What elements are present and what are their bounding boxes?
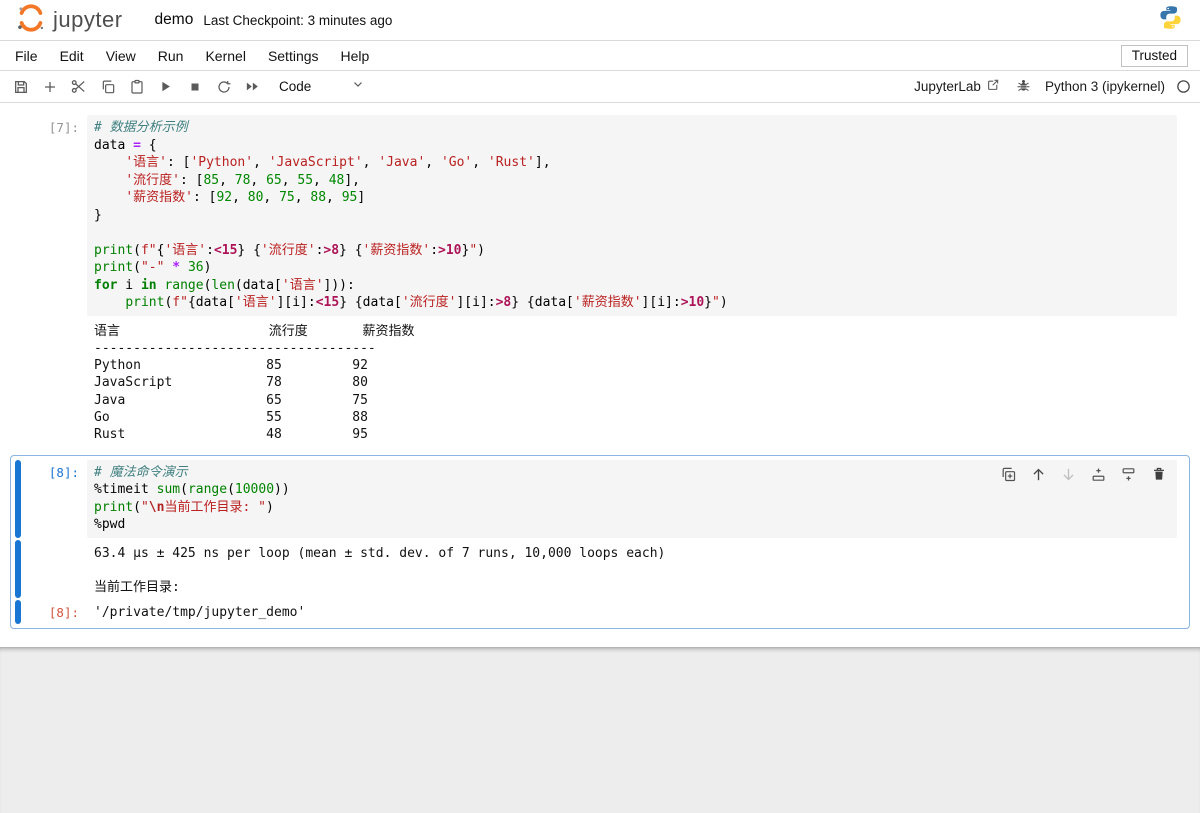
cell-7-execution-prompt: [7]: bbox=[21, 115, 87, 316]
menu-kernel[interactable]: Kernel bbox=[194, 44, 256, 68]
checkpoint-status: Last Checkpoint: 3 minutes ago bbox=[203, 13, 392, 28]
debugger-button[interactable] bbox=[1016, 78, 1031, 96]
restart-run-all-icon bbox=[244, 78, 261, 95]
code-cell-8: [8]: # 魔法命令演示%timeit sum(range(10000))pr… bbox=[10, 455, 1190, 629]
notebook-area: [7]: # 数据分析示例data = { '语言': ['Python', '… bbox=[0, 103, 1200, 629]
notebook-filename[interactable]: demo bbox=[155, 11, 194, 29]
open-in-jupyterlab-link[interactable]: JupyterLab bbox=[914, 78, 1000, 95]
cell-8-execution-prompt: [8]: bbox=[21, 460, 87, 538]
cell-8-result-output-area: '/private/tmp/jupyter_demo' bbox=[87, 600, 1177, 623]
insert-cell-above-icon bbox=[1090, 466, 1107, 486]
duplicate-cell-icon bbox=[1000, 466, 1017, 486]
move-cell-up-button[interactable] bbox=[1026, 464, 1051, 488]
bug-icon bbox=[1016, 78, 1031, 96]
copy-cells-button[interactable] bbox=[93, 74, 122, 100]
page-background bbox=[0, 647, 1200, 813]
jupyter-notebook-app: jupyter demo Last Checkpoint: 3 minutes … bbox=[0, 0, 1200, 813]
interrupt-kernel-button[interactable] bbox=[180, 74, 209, 100]
python-logo-icon bbox=[1157, 4, 1184, 36]
trusted-button[interactable]: Trusted bbox=[1121, 45, 1188, 67]
cell-type-dropdown[interactable]: Code bbox=[279, 77, 365, 96]
jupyter-logo-text: jupyter bbox=[53, 7, 123, 33]
cell-7-input-row: [7]: # 数据分析示例data = { '语言': ['Python', '… bbox=[13, 115, 1187, 316]
run-cell-icon bbox=[158, 79, 173, 94]
copy-cells-icon bbox=[100, 79, 116, 95]
menu-edit[interactable]: Edit bbox=[49, 44, 95, 68]
jupyterlab-link-label: JupyterLab bbox=[914, 79, 981, 94]
kernel-name[interactable]: Python 3 (ipykernel) bbox=[1045, 79, 1165, 94]
cell-7-stream-output: 语言 流行度 薪资指数 ----------------------------… bbox=[94, 323, 1170, 444]
menu-run[interactable]: Run bbox=[147, 44, 195, 68]
menu-view[interactable]: View bbox=[95, 44, 147, 68]
notebook-toolbar: Code JupyterLab Python 3 (ipykernel) bbox=[0, 71, 1200, 103]
duplicate-cell-button[interactable] bbox=[996, 464, 1021, 488]
cell-8-output-row: 63.4 µs ± 425 ns per loop (mean ± std. d… bbox=[13, 540, 1187, 599]
cell-8-input-row: [8]: # 魔法命令演示%timeit sum(range(10000))pr… bbox=[13, 460, 1187, 538]
top-bar: jupyter demo Last Checkpoint: 3 minutes … bbox=[0, 0, 1200, 41]
cell-8-result-output: '/private/tmp/jupyter_demo' bbox=[94, 604, 1170, 621]
cut-cells-icon bbox=[70, 78, 87, 95]
jupyter-logo[interactable]: jupyter bbox=[16, 3, 123, 38]
restart-run-all-button[interactable] bbox=[238, 74, 267, 100]
paste-cells-button[interactable] bbox=[122, 74, 151, 100]
code-cell-7: [7]: # 数据分析示例data = { '语言': ['Python', '… bbox=[10, 110, 1190, 451]
insert-cell-below-button[interactable] bbox=[1116, 464, 1141, 488]
cell-8-output-prompt: [8]: bbox=[21, 600, 87, 623]
cell-7-code-editor[interactable]: # 数据分析示例data = { '语言': ['Python', 'JavaS… bbox=[87, 115, 1177, 316]
cell-toolbar bbox=[996, 464, 1171, 488]
cell-type-value: Code bbox=[279, 79, 311, 94]
move-cell-down-button[interactable] bbox=[1056, 464, 1081, 488]
move-cell-up-icon bbox=[1030, 466, 1047, 486]
add-cell-icon bbox=[42, 79, 58, 95]
save-icon bbox=[13, 79, 29, 95]
menu-bar: File Edit View Run Kernel Settings Help … bbox=[0, 41, 1200, 71]
cell-7-output-area: 语言 流行度 薪资指数 ----------------------------… bbox=[87, 318, 1177, 446]
move-cell-down-icon bbox=[1060, 466, 1077, 486]
delete-cell-button[interactable] bbox=[1146, 464, 1171, 488]
cell-7-output-prompt bbox=[21, 318, 87, 446]
kernel-idle-circle-icon[interactable] bbox=[1175, 78, 1192, 95]
restart-kernel-button[interactable] bbox=[209, 74, 238, 100]
jupyter-logo-icon bbox=[16, 3, 46, 38]
menu-help[interactable]: Help bbox=[330, 44, 381, 68]
insert-cell-below-icon bbox=[1120, 466, 1137, 486]
cell-8-stream-output-area: 63.4 µs ± 425 ns per loop (mean ± std. d… bbox=[87, 540, 1177, 599]
cell-8-result-row: [8]: '/private/tmp/jupyter_demo' bbox=[13, 600, 1187, 623]
insert-cell-above-button[interactable] bbox=[1086, 464, 1111, 488]
delete-cell-icon bbox=[1151, 466, 1167, 485]
cell-8-stream-output: 63.4 µs ± 425 ns per loop (mean ± std. d… bbox=[94, 545, 1170, 597]
cut-cells-button[interactable] bbox=[64, 74, 93, 100]
add-cell-button[interactable] bbox=[35, 74, 64, 100]
restart-kernel-icon bbox=[216, 79, 232, 95]
cell-8-stream-prompt bbox=[21, 540, 87, 599]
menu-file[interactable]: File bbox=[4, 44, 49, 68]
save-button[interactable] bbox=[6, 74, 35, 100]
cell-7-output-row: 语言 流行度 薪资指数 ----------------------------… bbox=[13, 318, 1187, 446]
external-link-icon bbox=[986, 78, 1000, 95]
menu-settings[interactable]: Settings bbox=[257, 44, 330, 68]
interrupt-kernel-icon bbox=[188, 80, 202, 94]
paste-cells-icon bbox=[129, 79, 145, 95]
run-cell-button[interactable] bbox=[151, 74, 180, 100]
chevron-down-icon bbox=[311, 77, 365, 96]
